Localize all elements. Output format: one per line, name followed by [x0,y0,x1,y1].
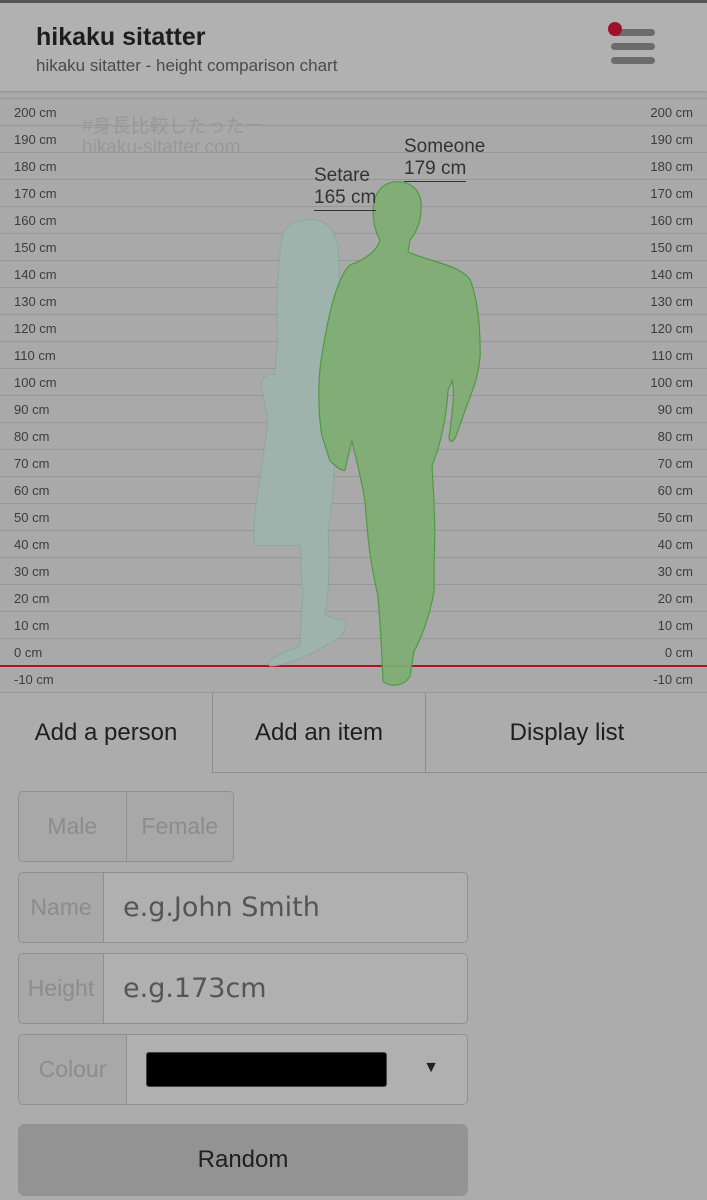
person-name: Someone [404,135,486,157]
tick-label: 160 cm [14,213,57,228]
tick-label: 130 cm [14,294,57,309]
height-label: Height [19,954,104,1023]
app-title: hikaku sitatter [36,23,206,51]
tick-label: -10 cm [14,672,54,687]
app-header: hikaku sitatter hikaku sitatter - height… [0,3,707,91]
gender-toggle: Male Female [18,791,234,862]
tick-label: 90 cm [14,402,50,417]
height-row: Height [18,953,468,1024]
person-label-someone: Someone 179 cm [404,136,485,182]
female-button[interactable]: Female [125,792,233,861]
tick-label: 70 cm [14,456,50,471]
tick-label: 60 cm [657,483,693,498]
tick-label: 150 cm [14,240,57,255]
person-label-setare: Setare 165 cm [314,164,377,211]
tick-label: 140 cm [650,267,693,282]
colour-label: Colour [19,1035,127,1104]
tick-label: 140 cm [14,267,57,282]
colour-select[interactable]: ▼ [127,1035,467,1104]
tick-label: 110 cm [651,348,693,363]
tick-label: 40 cm [14,537,50,552]
tick-label: 0 cm [664,645,693,660]
tick-label: 120 cm [14,321,57,336]
tick-label: 180 cm [14,159,57,174]
height-input[interactable] [104,954,467,1023]
tick-label: 110 cm [14,348,56,363]
colour-swatch [146,1052,387,1087]
tick-label: 50 cm [14,510,50,525]
tick-label: 100 cm [650,375,693,390]
male-button[interactable]: Male [19,792,126,861]
tick-label: 190 cm [14,132,57,147]
tick-label: 70 cm [657,456,693,471]
tick-label: 180 cm [650,159,693,174]
tick-label: 50 cm [657,510,693,525]
tick-label: 120 cm [650,321,693,336]
tick-label: 80 cm [14,429,50,444]
tick-label: 0 cm [14,645,43,660]
tick-label: 20 cm [657,591,693,606]
notification-dot [608,22,622,36]
tick-label: 20 cm [14,591,50,606]
tick-label: 190 cm [650,132,693,147]
tick-label: -10 cm [653,672,693,687]
person-height: 179 cm [404,158,467,182]
tick-label: 210 cm [14,91,57,93]
hamburger-menu-icon[interactable] [608,22,656,67]
tick-label: 90 cm [657,402,693,417]
tick-label: 130 cm [650,294,693,309]
random-button[interactable]: Random [18,1124,468,1196]
tick-label: 150 cm [650,240,693,255]
name-label: Name [19,873,104,942]
figure-someone[interactable] [318,181,481,686]
tab-bar: Add a person Add an item Display list [0,693,707,773]
height-chart: #身長比較したったー hikaku-sitatter.com Setare 16… [0,91,707,693]
dropdown-arrow-icon: ▼ [423,1059,439,1076]
app-subtitle: hikaku sitatter - height comparison char… [36,56,338,75]
tab-add-person[interactable]: Add a person [0,693,212,773]
tick-label: 100 cm [14,375,57,390]
tick-label: 10 cm [14,618,50,633]
tick-label: 30 cm [657,564,693,579]
tick-label: 40 cm [657,537,693,552]
tick-label: 30 cm [14,564,50,579]
tick-label: 80 cm [657,429,693,444]
tick-label: 160 cm [650,213,693,228]
tick-label: 210 cm [650,91,693,93]
person-height: 165 cm [314,187,377,211]
name-row: Name [18,872,468,943]
tick-label: 60 cm [14,483,50,498]
person-name: Setare [314,164,370,186]
tab-add-item[interactable]: Add an item [212,693,426,773]
tab-display-list[interactable]: Display list [425,693,707,773]
tick-label: 170 cm [650,186,693,201]
tick-label: 170 cm [14,186,57,201]
colour-row: Colour ▼ [18,1034,468,1105]
tick-label: 200 cm [650,105,693,120]
tick-label: 10 cm [657,618,693,633]
name-input[interactable] [104,873,467,942]
tick-label: 200 cm [14,105,57,120]
